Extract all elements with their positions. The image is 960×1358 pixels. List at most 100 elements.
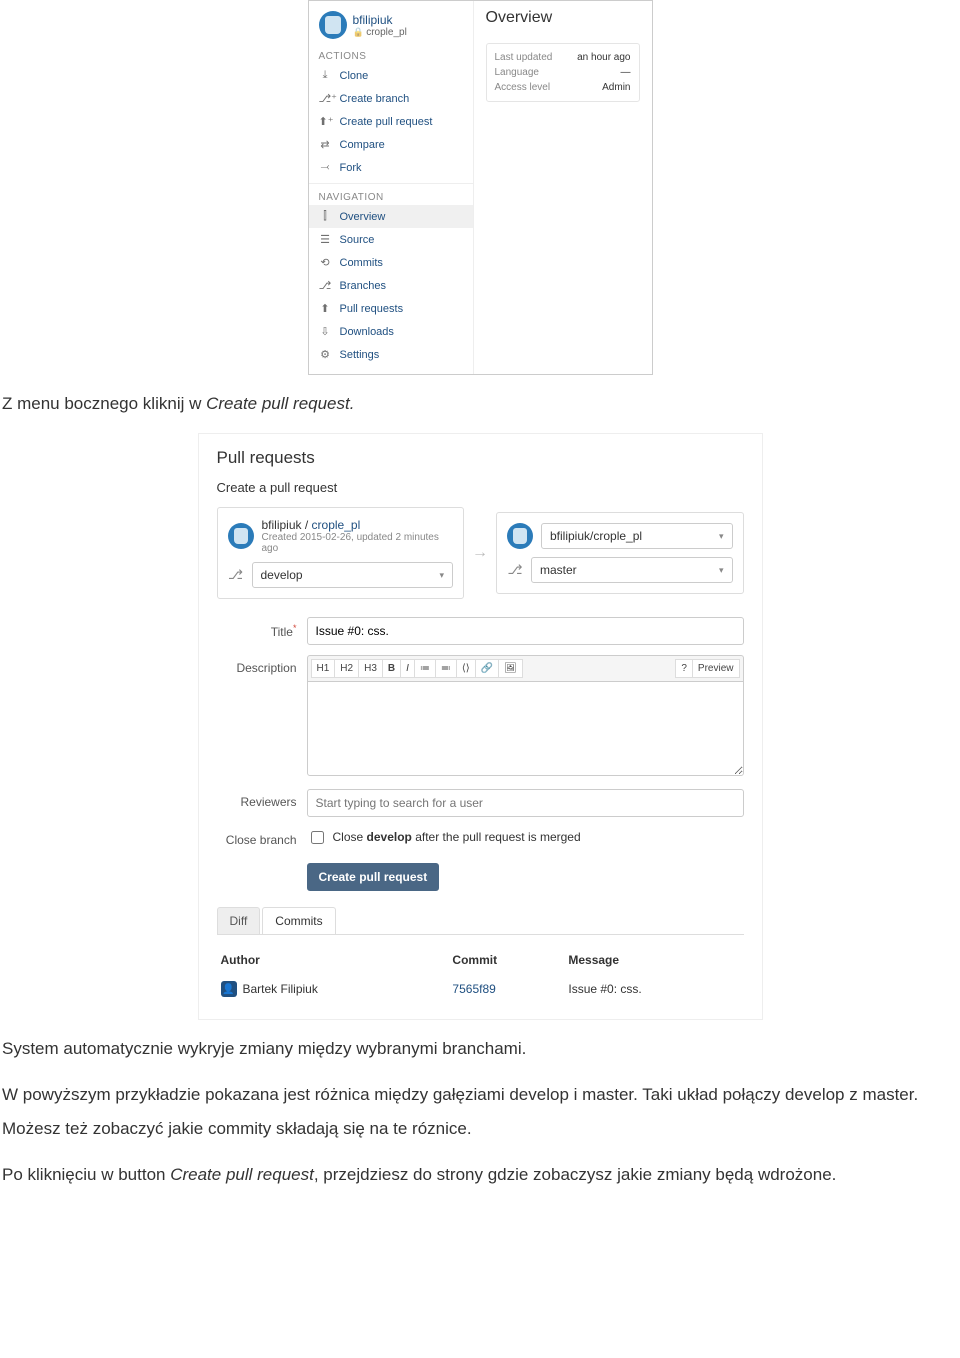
sidebar-nav-item[interactable]: ⫿ Overview (309, 205, 473, 228)
action-label: Compare (340, 139, 385, 151)
doc-paragraph: Z menu bocznego kliknij w Create pull re… (0, 387, 960, 421)
target-branch-select[interactable]: master ▾ (531, 557, 733, 583)
page-heading: Pull requests (217, 448, 744, 468)
compare-panel: bfilipiuk / crople_pl Created 2015-02-26… (217, 507, 744, 599)
title-input[interactable] (307, 617, 744, 645)
source-repo-meta: Created 2015-02-26, updated 2 minutes ag… (262, 532, 454, 554)
sidebar: bfilipiuk crople_pl ACTIONS ⤓ Clone ⎇⁺ Crea… (309, 1, 474, 374)
action-label: Fork (340, 162, 362, 174)
close-branch-label: Close branch (217, 827, 307, 847)
summary-row: Access levelAdmin (495, 80, 631, 95)
summary-card: Last updatedan hour agoLanguage—Access l… (486, 43, 640, 102)
tab-diff[interactable]: Diff (217, 907, 261, 934)
branch-icon: ⎇ (228, 567, 244, 583)
sidebar-nav-item[interactable]: ⇩ Downloads (309, 320, 473, 343)
commits-table: AuthorCommitMessage 👤Bartek Filipiuk7565… (217, 947, 744, 1001)
column-header: Commit (448, 947, 564, 977)
nav-icon: ⬆ (319, 302, 332, 315)
overview-screenshot: bfilipiuk crople_pl ACTIONS ⤓ Clone ⎇⁺ Crea… (308, 0, 653, 375)
action-icon: ⤙ (319, 161, 332, 174)
sidebar-action-item[interactable]: ⇄ Compare (309, 133, 473, 156)
toolbar-button[interactable]: H1 (311, 659, 336, 678)
main-panel: Overview Last updatedan hour agoLanguage… (474, 1, 652, 374)
action-label: Clone (340, 70, 369, 82)
author-badge-icon: 👤 (221, 981, 237, 997)
commit-message: Issue #0: css. (564, 977, 743, 1001)
pull-request-screenshot: Pull requests Create a pull request bfil… (198, 433, 763, 1020)
sidebar-action-item[interactable]: ⤓ Clone (309, 64, 473, 87)
sidebar-nav-item[interactable]: ☰Source (309, 228, 473, 251)
actions-header: ACTIONS (309, 47, 473, 64)
table-row: 👤Bartek Filipiuk7565f89Issue #0: css. (217, 977, 744, 1001)
sidebar-nav-item[interactable]: ⟲ Commits (309, 251, 473, 274)
source-repo-link[interactable]: crople_pl (312, 518, 361, 532)
repo-header: bfilipiuk crople_pl (309, 5, 473, 47)
toolbar-button[interactable]: 🔗 (475, 659, 499, 678)
commit-hash[interactable]: 7565f89 (452, 982, 495, 996)
toolbar-button[interactable]: H2 (334, 659, 359, 678)
nav-icon: ⟲ (319, 256, 332, 269)
create-pull-request-button[interactable]: Create pull request (307, 863, 440, 891)
arrow-icon: → (472, 544, 488, 562)
toolbar-button[interactable]: 🖼 (498, 659, 523, 678)
target-repo-box: bfilipiuk/crople_pl ▾ ⎇ master ▾ (496, 512, 744, 594)
nav-label: Settings (340, 349, 380, 361)
repo-name: crople_pl (353, 27, 407, 38)
sidebar-action-item[interactable]: ⎇⁺ Create branch (309, 87, 473, 110)
toolbar-button[interactable]: Preview (692, 659, 740, 678)
toolbar-button[interactable]: ? (675, 659, 693, 678)
chevron-down-icon: ▾ (439, 570, 444, 581)
source-repo-box: bfilipiuk / crople_pl Created 2015-02-26… (217, 507, 465, 599)
chevron-down-icon: ▾ (719, 531, 724, 542)
sidebar-nav-item[interactable]: ⚙Settings (309, 343, 473, 366)
toolbar-button[interactable]: B (382, 659, 401, 678)
page-title: Overview (486, 9, 640, 27)
username[interactable]: bfilipiuk (353, 13, 407, 27)
action-icon: ⤓ (319, 69, 332, 82)
source-repo-path: bfilipiuk / crople_pl (262, 518, 454, 532)
doc-paragraph: W powyższym przykładzie pokazana jest ró… (0, 1078, 960, 1146)
nav-icon: ⇩ (319, 325, 332, 338)
sidebar-nav-item[interactable]: ⬆ Pull requests (309, 297, 473, 320)
tab-commits[interactable]: Commits (262, 907, 335, 934)
toolbar-button[interactable]: H3 (358, 659, 383, 678)
action-icon: ⎇⁺ (319, 92, 332, 105)
avatar (507, 523, 533, 549)
avatar (319, 11, 347, 39)
nav-icon: ⎇ (319, 279, 332, 292)
divider (309, 183, 473, 184)
doc-paragraph: Po kliknięciu w button Create pull reque… (0, 1158, 960, 1192)
tabs: DiffCommits (217, 907, 744, 935)
reviewers-label: Reviewers (217, 789, 307, 817)
nav-label: Pull requests (340, 303, 404, 315)
description-label: Description (217, 655, 307, 779)
toolbar-button[interactable]: ⟨⟩ (456, 659, 476, 678)
reviewers-input[interactable] (307, 789, 744, 817)
sidebar-action-item[interactable]: ⬆⁺ Create pull request (309, 110, 473, 133)
close-branch-text: Close develop after the pull request is … (333, 830, 581, 844)
source-branch-select[interactable]: develop ▾ (252, 562, 454, 588)
action-icon: ⬆⁺ (319, 115, 332, 128)
column-header: Message (564, 947, 743, 977)
action-label: Create pull request (340, 116, 433, 128)
action-icon: ⇄ (319, 138, 332, 151)
branch-icon: ⎇ (507, 562, 523, 578)
sidebar-nav-item[interactable]: ⎇Branches (309, 274, 473, 297)
nav-label: Commits (340, 257, 383, 269)
toolbar-button[interactable]: ≔ (414, 659, 436, 678)
toolbar-button[interactable]: I (400, 659, 415, 678)
close-branch-checkbox[interactable] (311, 831, 324, 844)
nav-label: Overview (340, 211, 386, 223)
nav-header: NAVIGATION (309, 188, 473, 205)
section-heading: Create a pull request (217, 480, 744, 495)
nav-label: Downloads (340, 326, 394, 338)
description-textarea[interactable] (307, 681, 744, 776)
summary-row: Last updatedan hour ago (495, 50, 631, 65)
nav-label: Source (340, 234, 375, 246)
toolbar-button[interactable]: ≕ (435, 659, 457, 678)
sidebar-action-item[interactable]: ⤙ Fork (309, 156, 473, 179)
nav-icon: ⫿ (319, 210, 332, 223)
action-label: Create branch (340, 93, 410, 105)
target-repo-select[interactable]: bfilipiuk/crople_pl ▾ (541, 523, 733, 549)
title-label: Title* (217, 617, 307, 645)
